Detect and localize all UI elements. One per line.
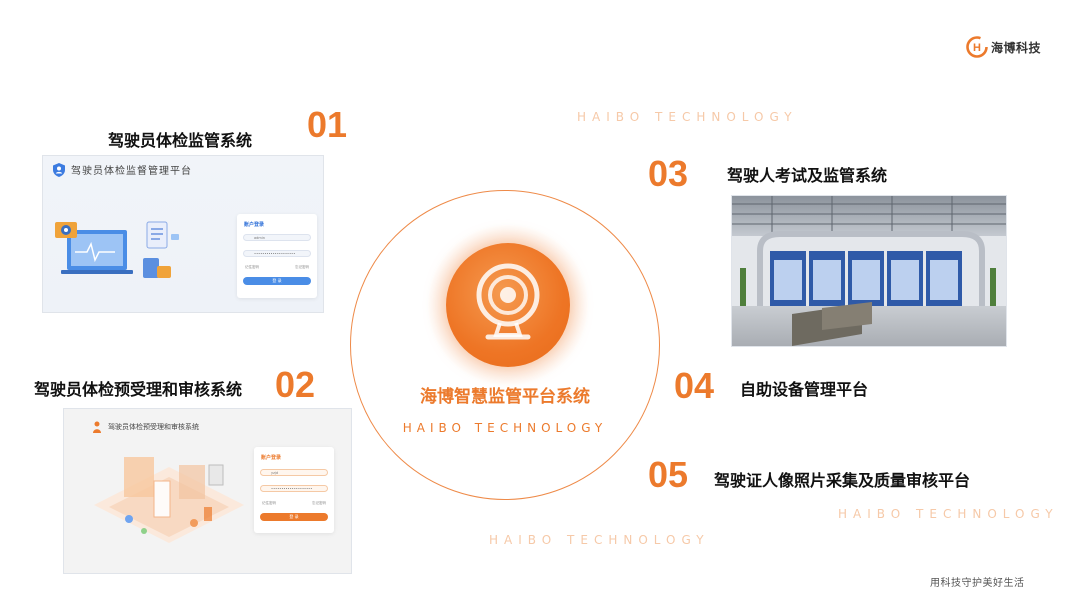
password-input[interactable]: ••••••••••••••••••••	[260, 485, 328, 492]
forgot-password-link[interactable]: 忘记密码	[312, 501, 326, 506]
username-input[interactable]: admin	[243, 234, 311, 241]
section-01-number: 01	[307, 104, 348, 145]
section-03-photo	[731, 195, 1007, 347]
svg-text:H: H	[973, 42, 981, 54]
login-title: 账户登录	[261, 455, 282, 461]
username-input[interactable]: yzjd	[260, 469, 328, 476]
person-logo-icon	[93, 421, 101, 433]
section-03-number: 03	[648, 153, 689, 194]
pre-acceptance-illustration	[94, 457, 244, 543]
section-02-title: 驾驶员体检预受理和审核系统	[34, 380, 243, 399]
slogan: 用科技守护美好生活	[930, 578, 1025, 589]
section-04-title: 自助设备管理平台	[740, 380, 869, 399]
section-04-number: 04	[674, 365, 715, 406]
section-01-title: 驾驶员体检监管系统	[108, 131, 253, 150]
panel-header-title: 驾驶员体检预受理和审核系统	[108, 423, 199, 431]
login-button[interactable]: 登 录	[260, 513, 328, 521]
exam-hall-photo	[732, 196, 1006, 346]
section-02-number: 02	[275, 364, 316, 405]
watermark-text: HAIBO TECHNOLOGY	[577, 110, 798, 124]
section-03-title: 驾驶人考试及监管系统	[727, 166, 888, 185]
center-title: 海博智慧监管平台系统	[420, 387, 590, 407]
login-button[interactable]: 登 录	[243, 277, 311, 285]
logo-text: 海博科技	[991, 40, 1042, 55]
watermark-text: HAIBO TECHNOLOGY	[838, 507, 1059, 521]
watermark-text: HAIBO TECHNOLOGY	[489, 533, 710, 547]
remember-password-checkbox[interactable]: 记住密码	[262, 501, 276, 506]
section-05-title: 驾驶证人像照片采集及质量审核平台	[714, 471, 971, 490]
shield-user-icon	[53, 162, 65, 177]
center-disc	[446, 243, 570, 367]
webcam-icon	[476, 263, 540, 340]
password-value: ••••••••••••••••••••	[254, 252, 296, 256]
center-subtitle: HAIBO TECHNOLOGY	[402, 421, 608, 435]
section-05-number: 05	[648, 454, 689, 495]
section-01-screenshot: 驾驶员体检监督管理平台 账户登录 admin •••••••••••••••••…	[42, 155, 324, 313]
username-value: yzjd	[271, 471, 279, 475]
remember-password-checkbox[interactable]: 记住密码	[245, 265, 259, 270]
username-value: admin	[254, 236, 265, 240]
section-02-screenshot: 驾驶员体检预受理和审核系统 账户登录 yzjd ••••••••••••••••…	[63, 408, 352, 574]
panel-header-title: 驾驶员体检监督管理平台	[71, 166, 192, 177]
haibo-logo-icon: H	[966, 36, 988, 58]
health-check-illustration	[55, 221, 179, 278]
password-value: ••••••••••••••••••••	[271, 487, 313, 491]
password-input[interactable]: ••••••••••••••••••••	[243, 250, 311, 257]
login-card: 账户登录 yzjd •••••••••••••••••••• 记住密码 忘记密码…	[254, 447, 334, 533]
forgot-password-link[interactable]: 忘记密码	[295, 265, 309, 270]
login-title: 账户登录	[244, 222, 265, 228]
brand-logo: H 海博科技	[966, 36, 1041, 58]
login-card: 账户登录 admin •••••••••••••••••••• 记住密码 忘记密…	[237, 214, 317, 298]
